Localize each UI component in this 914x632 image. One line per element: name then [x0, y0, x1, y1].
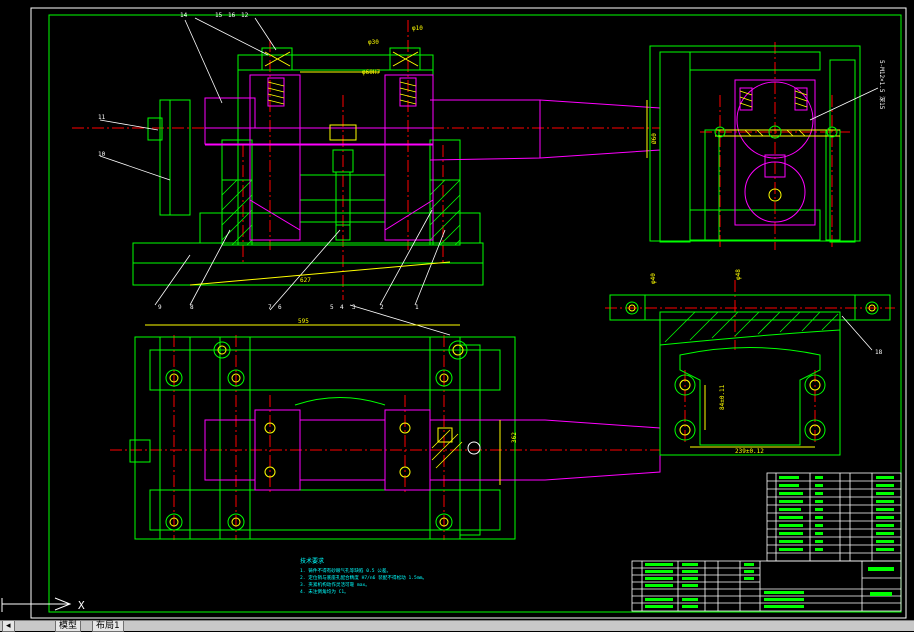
plan-view: [110, 324, 661, 540]
notes-line: 2. 定位销与底座孔配合精度 H7/n6 装配不得松动 1.5mm。: [300, 574, 427, 581]
side-view-label: 5-M12×1.5 深15: [878, 60, 886, 110]
dimension-text: 362: [511, 432, 518, 443]
front-view: [72, 17, 661, 336]
balloon-label: 16: [228, 12, 236, 19]
layout-tab-bar: ◂ 模型 布局1: [0, 620, 914, 632]
balloon-label: 12: [241, 12, 249, 19]
balloon-label: 2: [380, 304, 384, 311]
dimension-text: 627: [300, 277, 311, 284]
balloon-label: 6: [278, 304, 282, 311]
balloon-label: 4: [340, 304, 344, 311]
dimension-text: Ø60: [651, 133, 658, 144]
sheet-inner-border: [48, 14, 902, 613]
balloon-label: 14: [180, 12, 188, 19]
table-text-marks: [645, 476, 894, 608]
balloon-label: 5: [330, 304, 334, 311]
side-view: [649, 42, 879, 250]
balloon-label: 9: [158, 304, 162, 311]
ucs-icon: [1, 597, 72, 612]
dimension-text: φ30: [368, 39, 379, 46]
tab-model[interactable]: 模型: [55, 621, 82, 632]
balloon-label: 8: [190, 304, 194, 311]
ucs-axis-label: X: [78, 599, 85, 612]
balloon-label: 3: [352, 304, 356, 311]
dimension-text: φ48: [735, 269, 742, 280]
notes-line: 4. 未注倒角均为 C1。: [300, 588, 349, 595]
cad-drawing-canvas[interactable]: 14 15 16 12 11 10 9 8 7 6 5 4 3 2 1 φ30 …: [0, 0, 914, 630]
dimension-text: φ10: [412, 25, 423, 32]
dimension-text: 84±0.11: [719, 384, 726, 410]
balloon-label: 1: [415, 304, 419, 311]
notes-line: 1. 铸件不得有砂眼气孔等缺陷 0.5 公差。: [300, 567, 391, 574]
section-view: [605, 280, 895, 456]
notes-line: 3. 夹紧机构动作灵活可靠 max。: [300, 581, 370, 588]
notes-title: 技术要求: [300, 557, 324, 565]
balloon-label: 11: [98, 114, 106, 121]
dimension-text: φ40: [650, 273, 657, 284]
balloon-label: 18: [875, 349, 883, 356]
technical-notes: 技术要求 1. 铸件不得有砂眼气孔等缺陷 0.5 公差。 2. 定位销与底座孔配…: [300, 557, 427, 595]
tab-scroll-left[interactable]: ◂: [2, 621, 15, 632]
dimension-text: 239±0.12: [735, 448, 764, 455]
dimension-text: 595: [298, 318, 309, 325]
balloon-label: 15: [215, 12, 223, 19]
front-view-balloons: 14 15 16 12 11 10 9 8 7 6 5 4 3 2 1: [98, 12, 419, 311]
balloon-label: 10: [98, 151, 106, 158]
balloon-label: 7: [268, 304, 272, 311]
dimension-text: φ60H7: [362, 69, 380, 76]
section-view-dimensions: 84±0.11 239±0.12 φ40 φ48: [650, 269, 764, 455]
tab-layout1[interactable]: 布局1: [92, 621, 124, 632]
